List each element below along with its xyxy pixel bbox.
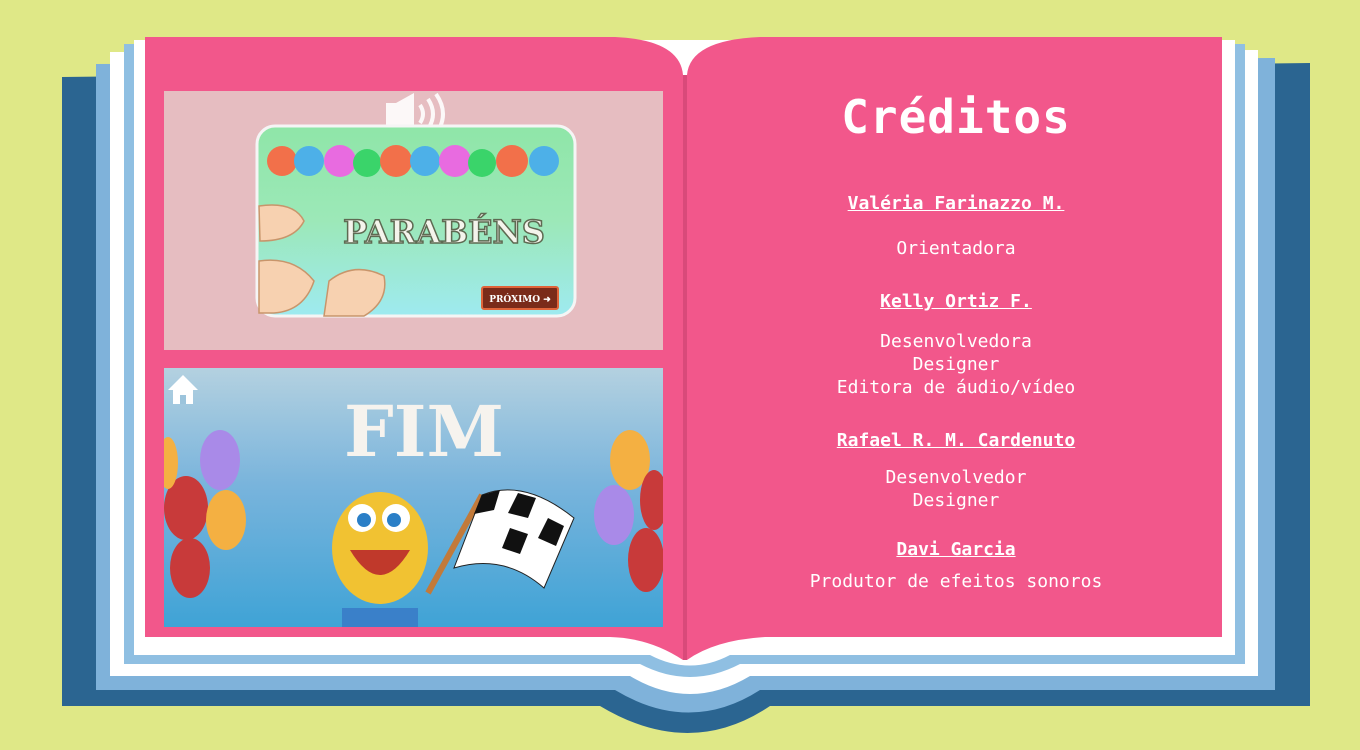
credit-name: Kelly Ortiz F. (880, 291, 1032, 312)
credit-role: Designer (912, 354, 1000, 375)
credit-roles: Desenvolvedora Designer Editora de áudio… (688, 330, 1224, 399)
credit-role: Editora de áudio/vídeo (836, 377, 1076, 398)
credit-entry: Davi Garcia (688, 539, 1224, 560)
credit-name: Davi Garcia (896, 539, 1016, 560)
credit-roles: Produtor de efeitos sonoros (688, 570, 1224, 593)
credit-roles: Orientadora (688, 237, 1224, 260)
credit-entry: Rafael R. M. Cardenuto (688, 430, 1224, 451)
credit-role: Designer (912, 490, 1000, 511)
credit-role: Desenvolvedora (880, 331, 1032, 352)
credits-title: Créditos (841, 90, 1071, 144)
credit-entry: Valéria Farinazzo M. (688, 193, 1224, 214)
end-screen-art: FIM (164, 375, 663, 627)
congrats-screen-art: PARABÉNS PRÓXIMO ➜ (255, 92, 577, 318)
home-icon[interactable] (168, 375, 198, 404)
monster-character (332, 492, 428, 627)
balloons-right (594, 430, 663, 592)
next-button-label: PRÓXIMO ➜ (489, 293, 551, 305)
credit-role: Desenvolvedor (885, 467, 1027, 488)
credit-role: Orientadora (896, 238, 1016, 259)
credit-name: Rafael R. M. Cardenuto (836, 430, 1076, 451)
end-title-text: FIM (344, 390, 504, 473)
checkered-flag (425, 489, 575, 595)
credit-role: Produtor de efeitos sonoros (809, 571, 1103, 592)
credits-page: Créditos Valéria Farinazzo M. Orientador… (688, 80, 1224, 620)
congrats-screen-thumbnail: PARABÉNS PRÓXIMO ➜ (164, 91, 663, 350)
credit-name: Valéria Farinazzo M. (847, 193, 1065, 214)
next-button[interactable]: PRÓXIMO ➜ (481, 286, 559, 310)
credit-entry: Kelly Ortiz F. (688, 291, 1224, 312)
congrats-banner-text: PARABÉNS (343, 213, 545, 251)
end-screen-thumbnail: FIM (164, 368, 663, 627)
page: { "book": { "left_page": { "screens": [ … (0, 0, 1360, 750)
balloons-left (164, 430, 246, 598)
credit-roles: Desenvolvedor Designer (688, 466, 1224, 512)
